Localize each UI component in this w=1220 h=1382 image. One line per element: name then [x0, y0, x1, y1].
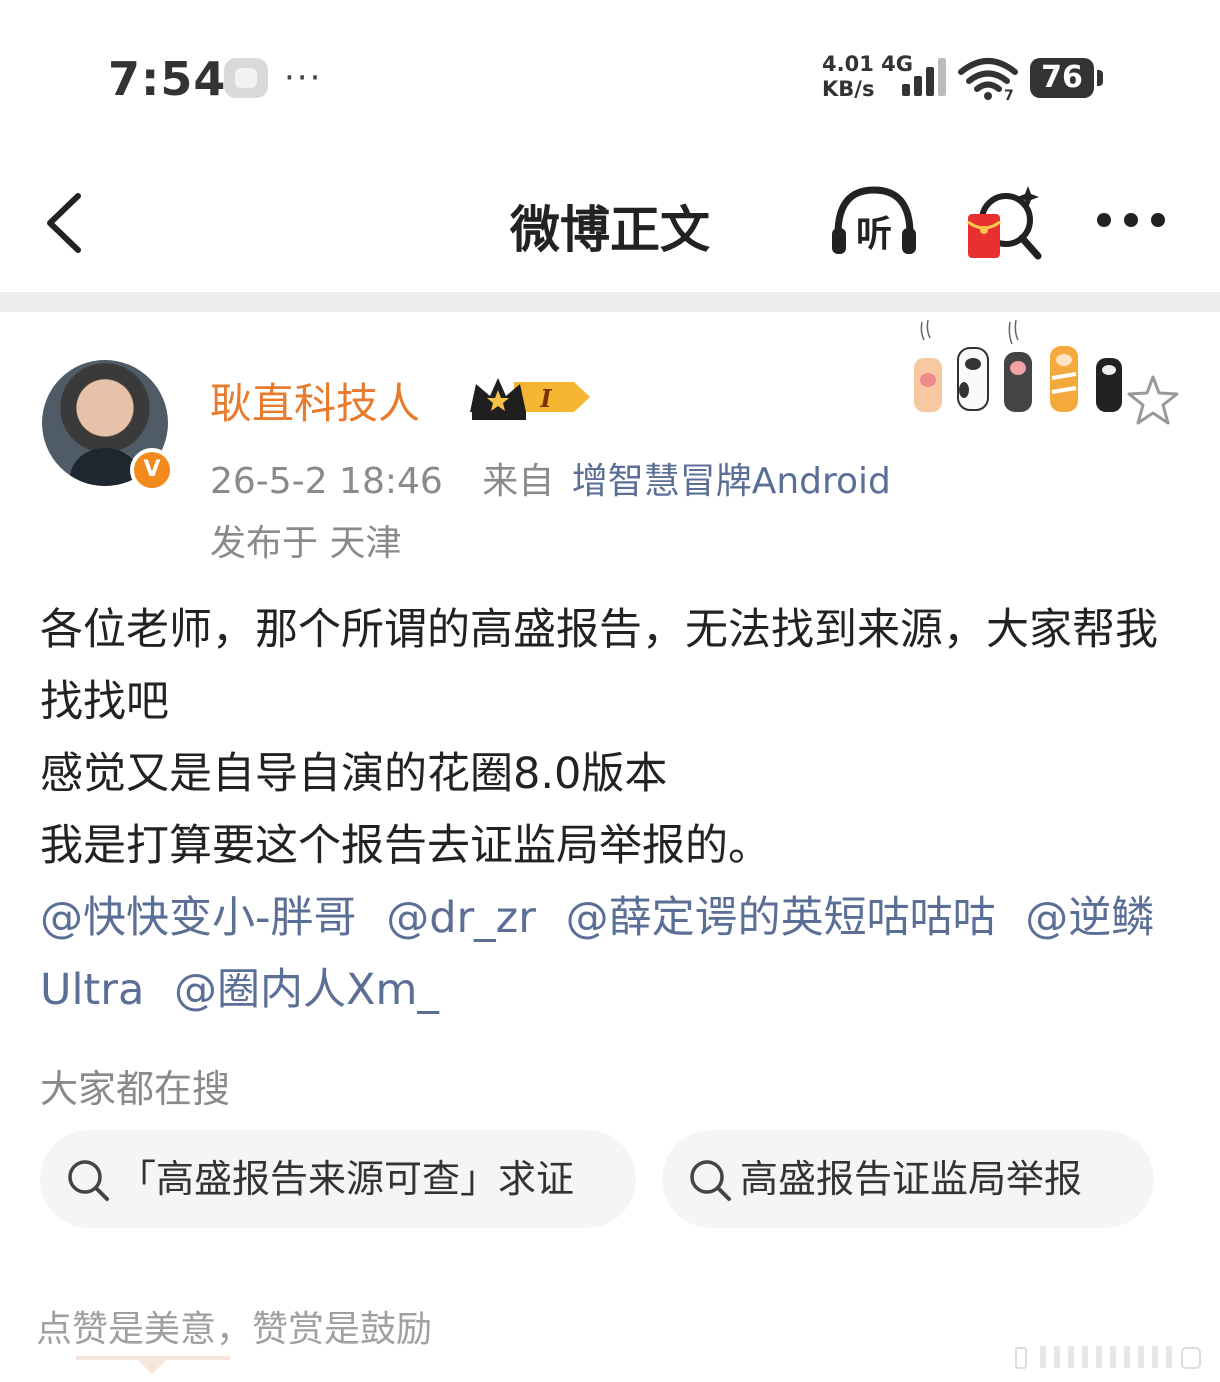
section-divider — [0, 292, 1220, 312]
post-line: 感觉又是自导自演的花圈8.0版本 — [40, 749, 668, 799]
post-source-link[interactable]: 增智慧冒牌Android — [572, 461, 891, 502]
app-notification-icon — [224, 58, 268, 98]
status-time: 7:54 — [108, 52, 227, 106]
post-timestamp: 26-5-2 18:46 — [210, 461, 443, 502]
mention-link[interactable]: @薛定谔的英短咕咕咕 — [566, 893, 996, 943]
status-more: ··· — [284, 58, 323, 98]
search-icon — [690, 1160, 731, 1201]
chip-label: 高盛报告证监局举报 — [740, 1157, 1083, 1201]
watermark-icon — [1015, 1346, 1201, 1369]
wifi-icon: 7 — [958, 58, 1018, 102]
status-bar: 7:54 ··· 4.01 4G KB/s 7 76 — [0, 0, 1220, 150]
svg-text:7: 7 — [1004, 88, 1014, 102]
listen-label: 听 — [856, 214, 892, 255]
mention-link[interactable]: @圈内人Xm_ — [174, 965, 439, 1015]
nav-bar: 微博正文 听 — [0, 150, 1220, 292]
member-crown-icon[interactable]: I — [466, 372, 594, 422]
trending-search-chip[interactable]: 「高盛报告来源可查」求证 — [40, 1130, 636, 1228]
chip-label: 「高盛报告来源可查」求证 — [118, 1157, 575, 1201]
post-line: 我是打算要这个报告去证监局举报的。 — [40, 821, 771, 871]
post-line: 各位老师，那个所谓的高盛报告，无法找到来源，大家帮我找找吧 — [40, 605, 1158, 727]
author-name[interactable]: 耿直科技人 — [210, 370, 420, 431]
verified-badge: V — [130, 448, 174, 492]
network-speed-value: 4.01 — [822, 52, 874, 76]
reward-note: 点赞是美意，赞赏是鼓励 — [36, 1309, 433, 1350]
trending-search-title: 大家都在搜 — [40, 1067, 231, 1111]
signal-icon — [902, 58, 946, 96]
mention-link[interactable]: @快快变小-胖哥 — [40, 893, 357, 943]
post-meta: 26-5-2 18:46 来自 增智慧冒牌Android — [210, 452, 891, 504]
more-icon[interactable] — [1096, 202, 1168, 238]
level-badge: I — [539, 384, 552, 413]
post-content: 各位老师，那个所谓的高盛报告，无法找到来源，大家帮我找找吧 感觉又是自导自演的花… — [40, 594, 1190, 1026]
source-from-label: 来自 — [482, 461, 555, 502]
battery-icon: 76 — [1030, 58, 1103, 98]
network-speed-unit: KB/s — [822, 77, 875, 101]
red-packet-search-icon[interactable] — [962, 184, 1044, 264]
listen-icon[interactable]: 听 — [828, 184, 920, 258]
search-icon — [68, 1160, 109, 1201]
post-location: 发布于 天津 — [210, 523, 402, 564]
cat-paw-decoration-icon — [914, 319, 1122, 412]
mention-link[interactable]: @dr_zr — [386, 893, 536, 943]
mention-list: @快快变小-胖哥 @dr_zr @薛定谔的英短咕咕咕 @逆鳞Ultra @圈内人… — [40, 882, 1190, 1026]
reward-arrow-icon — [138, 1360, 166, 1374]
star-icon[interactable] — [1126, 374, 1180, 426]
trending-search-chip[interactable]: 高盛报告证监局举报 — [662, 1130, 1154, 1228]
